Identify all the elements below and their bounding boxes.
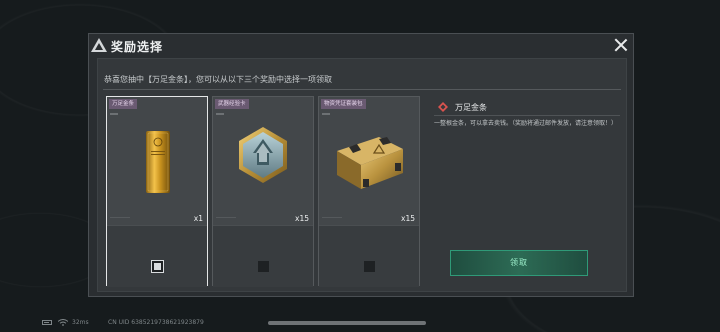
card-quantity: x15 xyxy=(401,214,415,223)
card-tag: 武器经验卡 xyxy=(215,99,249,109)
card-tag-underline xyxy=(110,113,118,115)
card-tag-underline xyxy=(216,113,224,115)
reward-detail-panel: 万足金条 一整根金条，可以拿去卖钱。（奖励将通过邮件发放，请注意领取！） 领取 xyxy=(428,96,622,286)
dialog-subtitle: 恭喜您抽中【万足金条】，您可以从以下三个奖励中选择一项领取 xyxy=(104,75,332,84)
user-id: CN UID 6385219738621923879 xyxy=(108,319,204,326)
battery-icon xyxy=(42,320,52,325)
reward-selection-dialog: 奖励选择 恭喜您抽中【万足金条】，您可以从以下三个奖励中选择一项领取 万足金条 xyxy=(88,33,634,297)
reward-card-weapon-xp[interactable]: 武器经验卡 x15 xyxy=(212,96,314,287)
claim-button[interactable]: 领取 xyxy=(450,250,588,276)
diamond-icon xyxy=(438,102,448,112)
select-checkbox[interactable] xyxy=(258,261,269,272)
dialog-body: 恭喜您抽中【万足金条】，您可以从以下三个奖励中选择一项领取 万足金条 x1 武器… xyxy=(97,58,627,292)
card-footer xyxy=(107,225,207,287)
card-tag: 物资凭证套装包 xyxy=(321,99,366,109)
card-faint-line xyxy=(322,217,342,218)
card-footer xyxy=(213,225,313,287)
ping-readout: 32ms xyxy=(72,319,89,326)
home-indicator[interactable] xyxy=(268,321,426,325)
divider xyxy=(434,115,620,116)
wifi-icon xyxy=(58,319,68,326)
detail-description: 一整根金条，可以拿去卖钱。（奖励将通过邮件发放，请注意领取！） xyxy=(434,120,618,127)
card-quantity: x1 xyxy=(193,214,203,223)
weapon-xp-card-icon xyxy=(239,127,287,183)
gold-bar-icon xyxy=(146,131,170,193)
select-checkbox[interactable] xyxy=(364,261,375,272)
card-faint-line xyxy=(216,217,236,218)
card-quantity: x15 xyxy=(295,214,309,223)
card-tag: 万足金条 xyxy=(109,99,138,109)
supply-crate-icon xyxy=(337,137,403,189)
reward-card-gold-bar[interactable]: 万足金条 x1 xyxy=(106,96,208,287)
card-faint-line xyxy=(110,217,130,218)
divider xyxy=(103,89,621,90)
dialog-title: 奖励选择 xyxy=(111,40,164,54)
close-icon[interactable] xyxy=(613,37,629,53)
card-tag-underline xyxy=(322,113,330,115)
triangle-logo-icon xyxy=(91,38,107,52)
select-checkbox[interactable] xyxy=(152,261,163,272)
detail-title: 万足金条 xyxy=(455,103,487,112)
card-footer xyxy=(319,225,419,287)
dialog-header: 奖励选择 xyxy=(89,34,633,58)
reward-card-supply-pack[interactable]: 物资凭证套装包 x15 xyxy=(318,96,420,287)
